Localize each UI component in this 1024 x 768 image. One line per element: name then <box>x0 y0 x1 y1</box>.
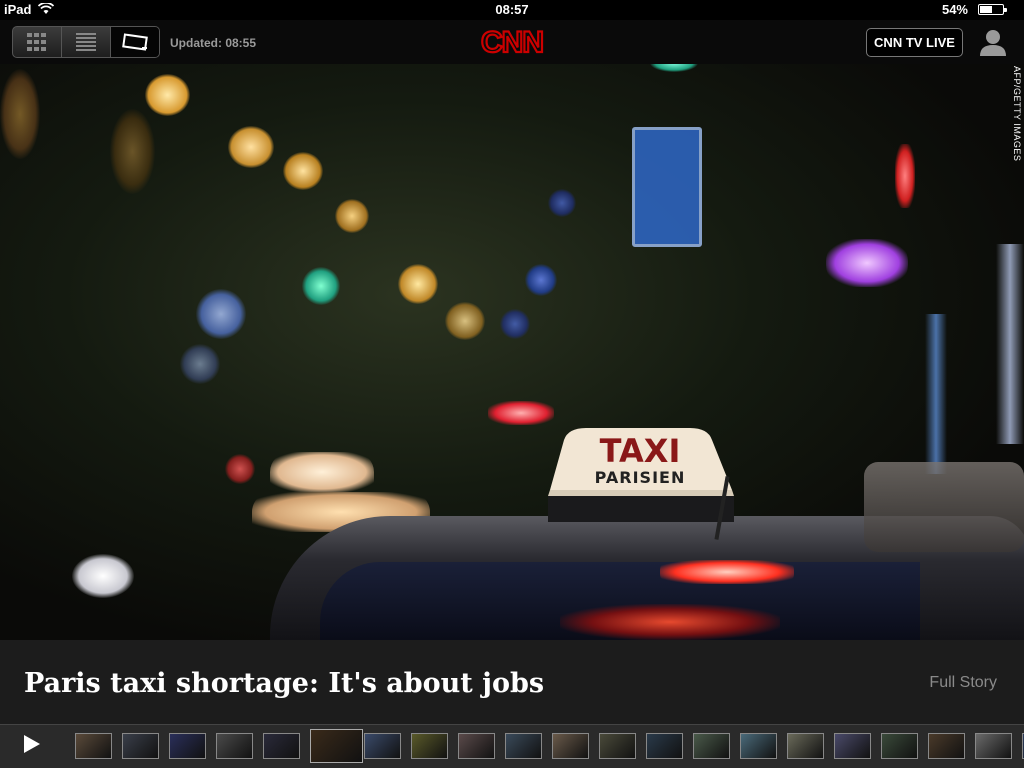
svg-text:TAXI: TAXI <box>600 432 681 470</box>
bokeh-light <box>283 152 323 190</box>
brake-light <box>660 560 794 584</box>
battery-icon <box>978 4 1007 15</box>
bokeh-light <box>302 267 340 305</box>
taxi-sign-blurred <box>864 462 1024 552</box>
thumbnail[interactable] <box>928 733 965 759</box>
thumbnail[interactable] <box>975 733 1012 759</box>
bokeh-light <box>228 126 274 168</box>
grid-view-icon <box>27 33 46 51</box>
top-bar: Updated: 08:55 CNN CNN TV LIVE <box>0 20 1024 64</box>
neon-light <box>826 239 908 287</box>
slideshow-view-icon <box>122 33 148 51</box>
slideshow-view-button[interactable] <box>111 27 159 57</box>
thumbnail[interactable] <box>787 733 824 759</box>
battery-fill <box>980 6 992 13</box>
bokeh-light <box>525 264 557 296</box>
brake-light <box>488 401 554 425</box>
neon-light <box>895 144 915 208</box>
thumbnail[interactable] <box>122 733 159 759</box>
street-sign <box>632 127 702 247</box>
neon-light <box>996 244 1024 444</box>
thumbnail[interactable] <box>169 733 206 759</box>
full-story-link[interactable]: Full Story <box>929 674 997 692</box>
user-profile-icon[interactable] <box>978 28 1008 56</box>
battery-nub <box>1004 8 1007 12</box>
svg-text:PARISIEN: PARISIEN <box>595 468 686 487</box>
battery-percentage: 54% <box>941 2 968 17</box>
bokeh-light <box>500 309 530 339</box>
cnn-tv-live-button[interactable]: CNN TV LIVE <box>866 28 963 57</box>
thumbnail[interactable] <box>505 733 542 759</box>
bokeh-light <box>196 289 246 339</box>
thumbnail[interactable] <box>216 733 253 759</box>
updated-timestamp: Updated: 08:55 <box>170 36 257 50</box>
hero-photo[interactable]: TAXI PARISIEN <box>0 64 1024 640</box>
status-clock: 08:57 <box>495 2 529 17</box>
bokeh-light <box>110 109 155 194</box>
taxi-sign-distant <box>270 452 374 492</box>
status-bar: iPad 08:57 54% <box>0 0 1024 20</box>
thumbnail[interactable] <box>458 733 495 759</box>
thumbnail[interactable] <box>75 733 112 759</box>
cnn-logo[interactable]: CNN <box>480 25 544 59</box>
bokeh-light <box>225 454 255 484</box>
bokeh-light <box>650 64 698 72</box>
bokeh-light <box>145 74 190 116</box>
view-mode-selector <box>12 26 160 58</box>
play-icon[interactable] <box>24 735 40 753</box>
thumbnail[interactable] <box>834 733 871 759</box>
taxi-parisien-sign: TAXI PARISIEN <box>548 428 734 522</box>
bokeh-light <box>398 264 438 304</box>
bokeh-light <box>548 189 576 217</box>
bokeh-light <box>335 199 369 233</box>
neon-light <box>925 314 947 474</box>
thumbnail[interactable] <box>693 733 730 759</box>
bokeh-light <box>445 302 485 340</box>
list-view-icon <box>76 33 96 51</box>
svg-text:CNN: CNN <box>481 26 543 59</box>
thumbnail[interactable] <box>364 733 401 759</box>
story-headline[interactable]: Paris taxi shortage: It's about jobs <box>24 668 544 699</box>
thumbnail[interactable] <box>599 733 636 759</box>
brake-glow <box>560 604 780 640</box>
photo-credit: AFP/GETTY IMAGES <box>1012 66 1022 162</box>
thumbnail[interactable] <box>411 733 448 759</box>
thumbnail-selected[interactable] <box>310 729 363 763</box>
thumbnail[interactable] <box>552 733 589 759</box>
thumbnail[interactable] <box>881 733 918 759</box>
thumbnail[interactable] <box>646 733 683 759</box>
story-caption: Paris taxi shortage: It's about jobs Ful… <box>0 640 1024 724</box>
thumbnail[interactable] <box>263 733 300 759</box>
grid-view-button[interactable] <box>13 27 62 57</box>
filmstrip <box>0 724 1024 768</box>
bokeh-light <box>180 344 220 384</box>
thumbnail[interactable] <box>740 733 777 759</box>
bokeh-light <box>72 554 134 598</box>
bokeh-light <box>0 69 40 159</box>
list-view-button[interactable] <box>62 27 111 57</box>
